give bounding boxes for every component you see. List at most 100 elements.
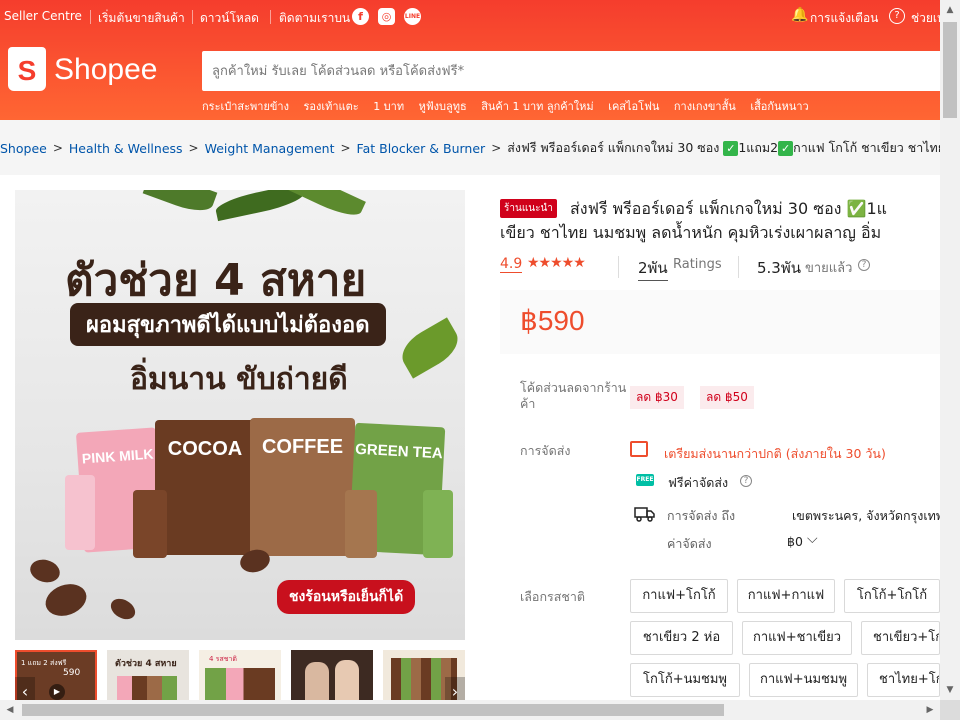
voucher-chip[interactable]: ลด ฿30 [630,386,684,409]
divider [192,10,193,24]
help-icon[interactable]: ? [740,475,752,487]
help-icon[interactable]: ? [889,8,905,24]
notifications-link[interactable]: การแจ้งเตือน [810,9,878,28]
sold-label: ขายแล้ว [805,261,853,276]
truck-icon [634,507,655,522]
divider [738,256,739,278]
pack-cocoa: COCOA [155,420,255,555]
preorder-notice: เตรียมส่งนานกว่าปกติ (ส่งภายใน 30 วัน) [664,446,886,461]
shipping-fee-value[interactable]: ฿0 [787,534,803,549]
quick-link[interactable]: 1 บาท [373,97,404,113]
flavour-option[interactable]: กาแฟ+นมชมพู [749,663,858,697]
coffee-bean [41,578,91,622]
free-shipping-icon: FREE [636,474,654,486]
sachet [133,490,167,558]
quick-links: กระเป๋าสะพายข้าง รองเท้าแตะ 1 บาท หูฟังบ… [202,97,942,113]
scroll-left-icon[interactable]: ◀ [2,702,18,718]
ratings-label: Ratings [673,257,722,272]
bell-icon[interactable]: 🔔 [791,7,808,23]
calendar-icon [630,441,648,457]
flavour-option[interactable]: โกโก้+โกโก้ [844,579,940,613]
image-subheadline: ผอมสุขภาพดีได้แบบไม่ต้องอด [70,303,386,346]
leaf-decoration [213,190,307,222]
chevron-right-icon: > [188,141,199,155]
line-icon[interactable]: LINE [404,8,421,25]
flavour-option[interactable]: กาแฟ+กาแฟ [737,579,835,613]
breadcrumb-link[interactable]: Fat Blocker & Burner [357,141,486,156]
top-navbar: Seller Centre เริ่มต้นขายสินค้า ดาวน์โหล… [0,0,960,34]
breadcrumb-current: 1แถม2 [738,140,779,155]
divider [618,256,619,278]
product-stats: 4.9 ★★★★★ 2พัน Ratings 5.3พัน ขายแล้ว ? [500,255,940,281]
horizontal-scrollbar[interactable]: ◀ ▶ [0,700,940,720]
help-icon[interactable]: ? [858,259,870,271]
search-bar[interactable] [202,51,960,91]
download-link[interactable]: ดาวน์โหลด [200,9,259,28]
play-icon[interactable]: ▶ [49,684,65,700]
shipping-fee-label: ค่าจัดส่ง [667,536,712,551]
quick-link[interactable]: กางเกงขาสั้น [674,97,736,113]
header: Seller Centre เริ่มต้นขายสินค้า ดาวน์โหล… [0,0,960,120]
follow-us-label: ติดตามเราบน [279,11,351,25]
sachet [345,490,377,558]
flavour-option[interactable]: กาแฟ+ชาเขียว [742,621,852,655]
rating-value[interactable]: 4.9 [500,256,523,273]
quick-link[interactable]: รองเท้าแตะ [303,97,358,113]
divider [270,10,271,24]
sold-count: 5.3พัน [757,259,801,277]
page: { "topbar": { "seller_centre": "Seller C… [0,0,960,720]
flavour-option[interactable]: โกโก้+นมชมพู [630,663,740,697]
flavour-option[interactable]: กาแฟ+โกโก้ [630,579,728,613]
flavour-option[interactable]: ชาไทย+โก [867,663,940,697]
voucher-chip[interactable]: ลด ฿50 [700,386,754,409]
ship-to-location[interactable]: เขตพระนคร, จังหวัดกรุงเทพ [792,506,940,526]
quick-link[interactable]: เคสไอโฟน [608,97,659,113]
scroll-down-icon[interactable]: ▼ [942,682,958,698]
product-main-image[interactable]: ตัวช่วย 4 สหาย ผอมสุขภาพดีได้แบบไม่ต้องอ… [15,190,465,640]
product-price: ฿590 [520,305,585,336]
breadcrumb-current: ส่งฟรี พรีออร์เดอร์ แพ็กเกจใหม่ 30 ซอง [507,140,720,155]
star-rating-icon: ★★★★★ [527,255,586,271]
free-shipping-text: ฟรีค่าจัดส่ง [668,475,729,490]
ship-to-label: การจัดส่ง ถึง [667,508,736,523]
quick-link[interactable]: หูฟังบลูทูธ [419,97,467,113]
horizontal-scroll-thumb[interactable] [22,704,724,716]
coffee-bean [107,594,139,624]
vertical-scroll-thumb[interactable] [943,22,957,118]
image-tagline: อิ่มนาน ขับถ่ายดี [130,362,348,397]
breadcrumb: Shopee > Health & Wellness > Weight Manageme… [0,138,940,156]
breadcrumb-link[interactable]: Health & Wellness [69,141,183,156]
scroll-right-icon[interactable]: ▶ [922,702,938,718]
quick-link[interactable]: สินค้า 1 บาท ลูกค้าใหม่ [481,97,593,113]
product-title: ส่งฟรี พรีออร์เดอร์ แพ็กเกจใหม่ 30 ซอง ✅… [500,199,887,242]
preferred-badge: ร้านแนะนำ [500,199,557,218]
start-selling-link[interactable]: เริ่มต้นขายสินค้า [98,9,185,28]
shopee-bag-icon: S [8,47,46,91]
sachet [65,475,95,550]
search-input[interactable] [212,59,912,83]
instagram-icon[interactable]: ◎ [378,8,395,25]
scroll-up-icon[interactable]: ▲ [942,2,958,18]
breadcrumb-link[interactable]: Weight Management [205,141,335,156]
breadcrumb-link[interactable]: Shopee [0,141,47,156]
chevron-right-icon: > [491,141,502,155]
quick-link[interactable]: เสื้อกันหนาว [750,97,808,113]
chevron-right-icon: > [340,141,351,155]
check-icon: ✓ [723,140,739,156]
chevron-down-icon[interactable]: ⌵ [807,531,818,547]
vertical-scrollbar[interactable]: ▲ ▼ [940,0,960,720]
leaf-decoration [395,317,465,379]
image-ribbon: ชงร้อนหรือเย็นก็ได้ [277,580,416,614]
quick-link[interactable]: กระเป๋าสะพายข้าง [202,97,289,113]
flavour-option[interactable]: ชาเขียว 2 ห่อ [630,621,733,655]
leaf-decoration [142,190,218,218]
ratings-count[interactable]: 2พัน [638,256,668,281]
chevron-right-icon: > [52,141,63,155]
pack-coffee: COFFEE [250,418,355,556]
facebook-icon[interactable]: f [352,8,369,25]
seller-centre-link[interactable]: Seller Centre [4,9,82,23]
logo-wordmark: Shopee [54,53,158,86]
coffee-bean [27,556,63,586]
shipping-label: การจัดส่ง [520,443,571,458]
flavour-option[interactable]: ชาเขียว+โก [861,621,940,655]
